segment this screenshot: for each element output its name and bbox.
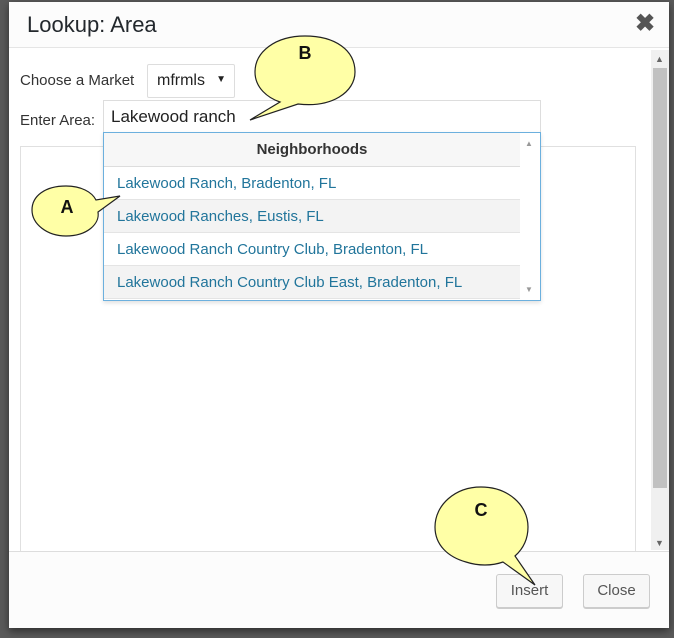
callout-a-label: A <box>60 197 74 217</box>
callout-b-label: B <box>298 43 312 63</box>
callout-c-label: C <box>474 500 488 520</box>
callout-layer <box>31 35 536 586</box>
